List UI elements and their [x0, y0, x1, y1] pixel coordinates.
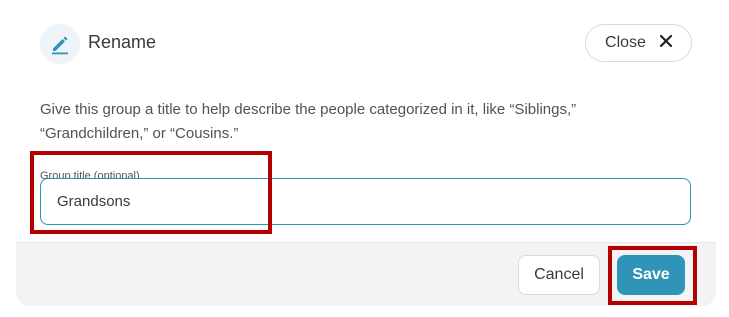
pencil-icon	[40, 24, 80, 64]
close-button[interactable]: Close	[585, 24, 692, 62]
dialog-title: Rename	[88, 32, 157, 52]
close-icon	[659, 34, 673, 52]
close-label: Close	[605, 34, 646, 51]
cancel-button[interactable]: Cancel	[518, 255, 600, 295]
dialog-description: Give this group a title to help describe…	[40, 101, 577, 142]
dialog-footer: Cancel Save	[16, 242, 716, 306]
dialog-header: Rename Close	[16, 8, 716, 80]
rename-dialog: Rename Close Give this group a title to …	[16, 8, 716, 306]
save-button[interactable]: Save	[617, 255, 685, 295]
group-title-input[interactable]	[40, 178, 691, 225]
